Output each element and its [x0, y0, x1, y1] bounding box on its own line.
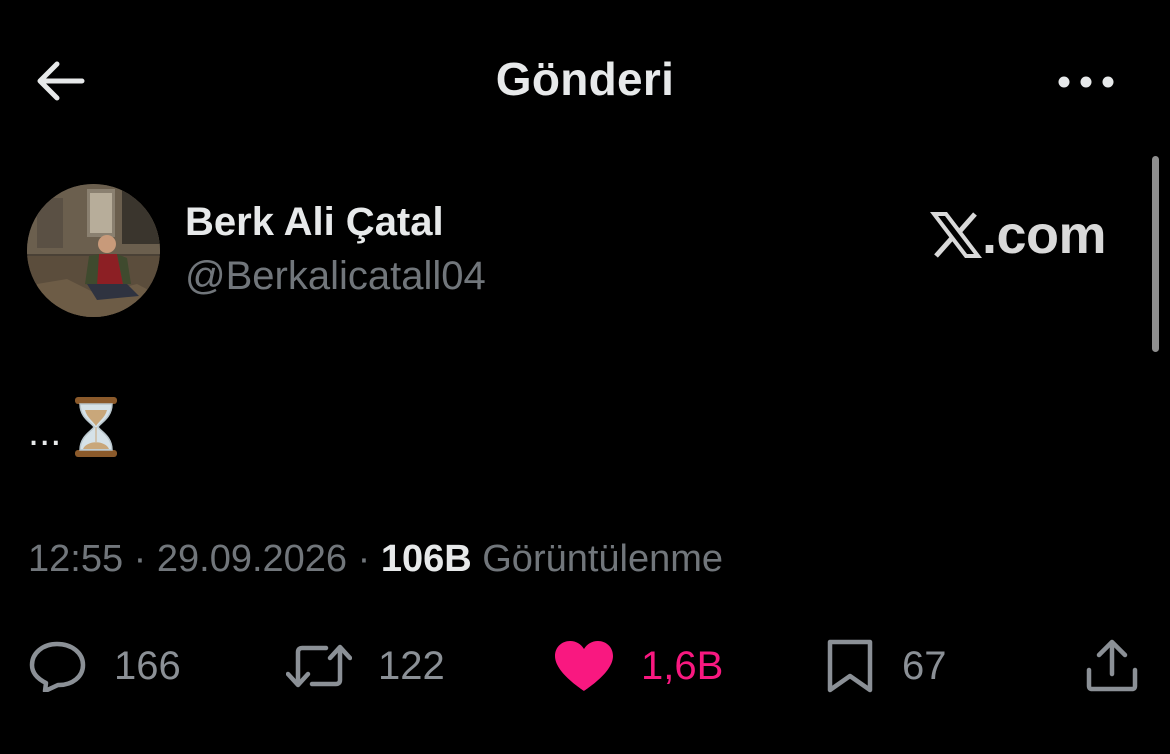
heart-filled-icon — [555, 641, 613, 691]
repost-count: 122 — [378, 643, 445, 688]
author-name[interactable]: Berk Ali Çatal — [185, 200, 444, 245]
x-logo-icon — [930, 212, 982, 258]
post-meta: 12:55 · 29.09.2026 · 106B Görüntülenme — [28, 538, 723, 581]
meta-separator: · — [133, 538, 147, 580]
post-body: ... — [28, 386, 119, 458]
avatar-photo — [27, 184, 160, 317]
reply-icon — [29, 641, 86, 692]
share-icon — [1086, 639, 1138, 692]
bookmark-count: 67 — [902, 643, 947, 688]
reply-count: 166 — [114, 643, 181, 688]
reply-button[interactable]: 166 — [28, 636, 181, 696]
author-handle[interactable]: @Berkalicatall04 — [185, 254, 486, 299]
avatar[interactable] — [27, 184, 160, 317]
hourglass-icon — [75, 397, 118, 457]
page-title: Gönderi — [495, 53, 675, 105]
post-text: ... — [28, 410, 62, 454]
scrollbar[interactable] — [1152, 156, 1159, 352]
repost-button[interactable]: 122 — [286, 636, 445, 696]
repost-icon — [286, 644, 352, 688]
share-button[interactable] — [1084, 636, 1140, 696]
bookmark-icon — [827, 639, 873, 693]
like-button[interactable]: 1,6B — [553, 636, 723, 696]
meta-separator: · — [357, 538, 371, 580]
bookmark-button[interactable]: 67 — [824, 636, 947, 696]
like-count: 1,6B — [641, 643, 724, 688]
post-time: 12:55 — [28, 538, 124, 580]
post-detail-screen: Gönderi Berk Ali Çatal @Berkalicatall04 — [0, 0, 1170, 754]
post-date: 29.09.2026 — [156, 538, 348, 580]
more-options-button[interactable] — [1050, 60, 1122, 104]
watermark-text: .com — [982, 205, 1107, 265]
views-count[interactable]: 106B — [381, 538, 472, 580]
x-com-watermark: .com — [930, 203, 1130, 267]
views-label: Görüntülenme — [482, 538, 724, 580]
more-horizontal-icon — [1058, 76, 1114, 88]
